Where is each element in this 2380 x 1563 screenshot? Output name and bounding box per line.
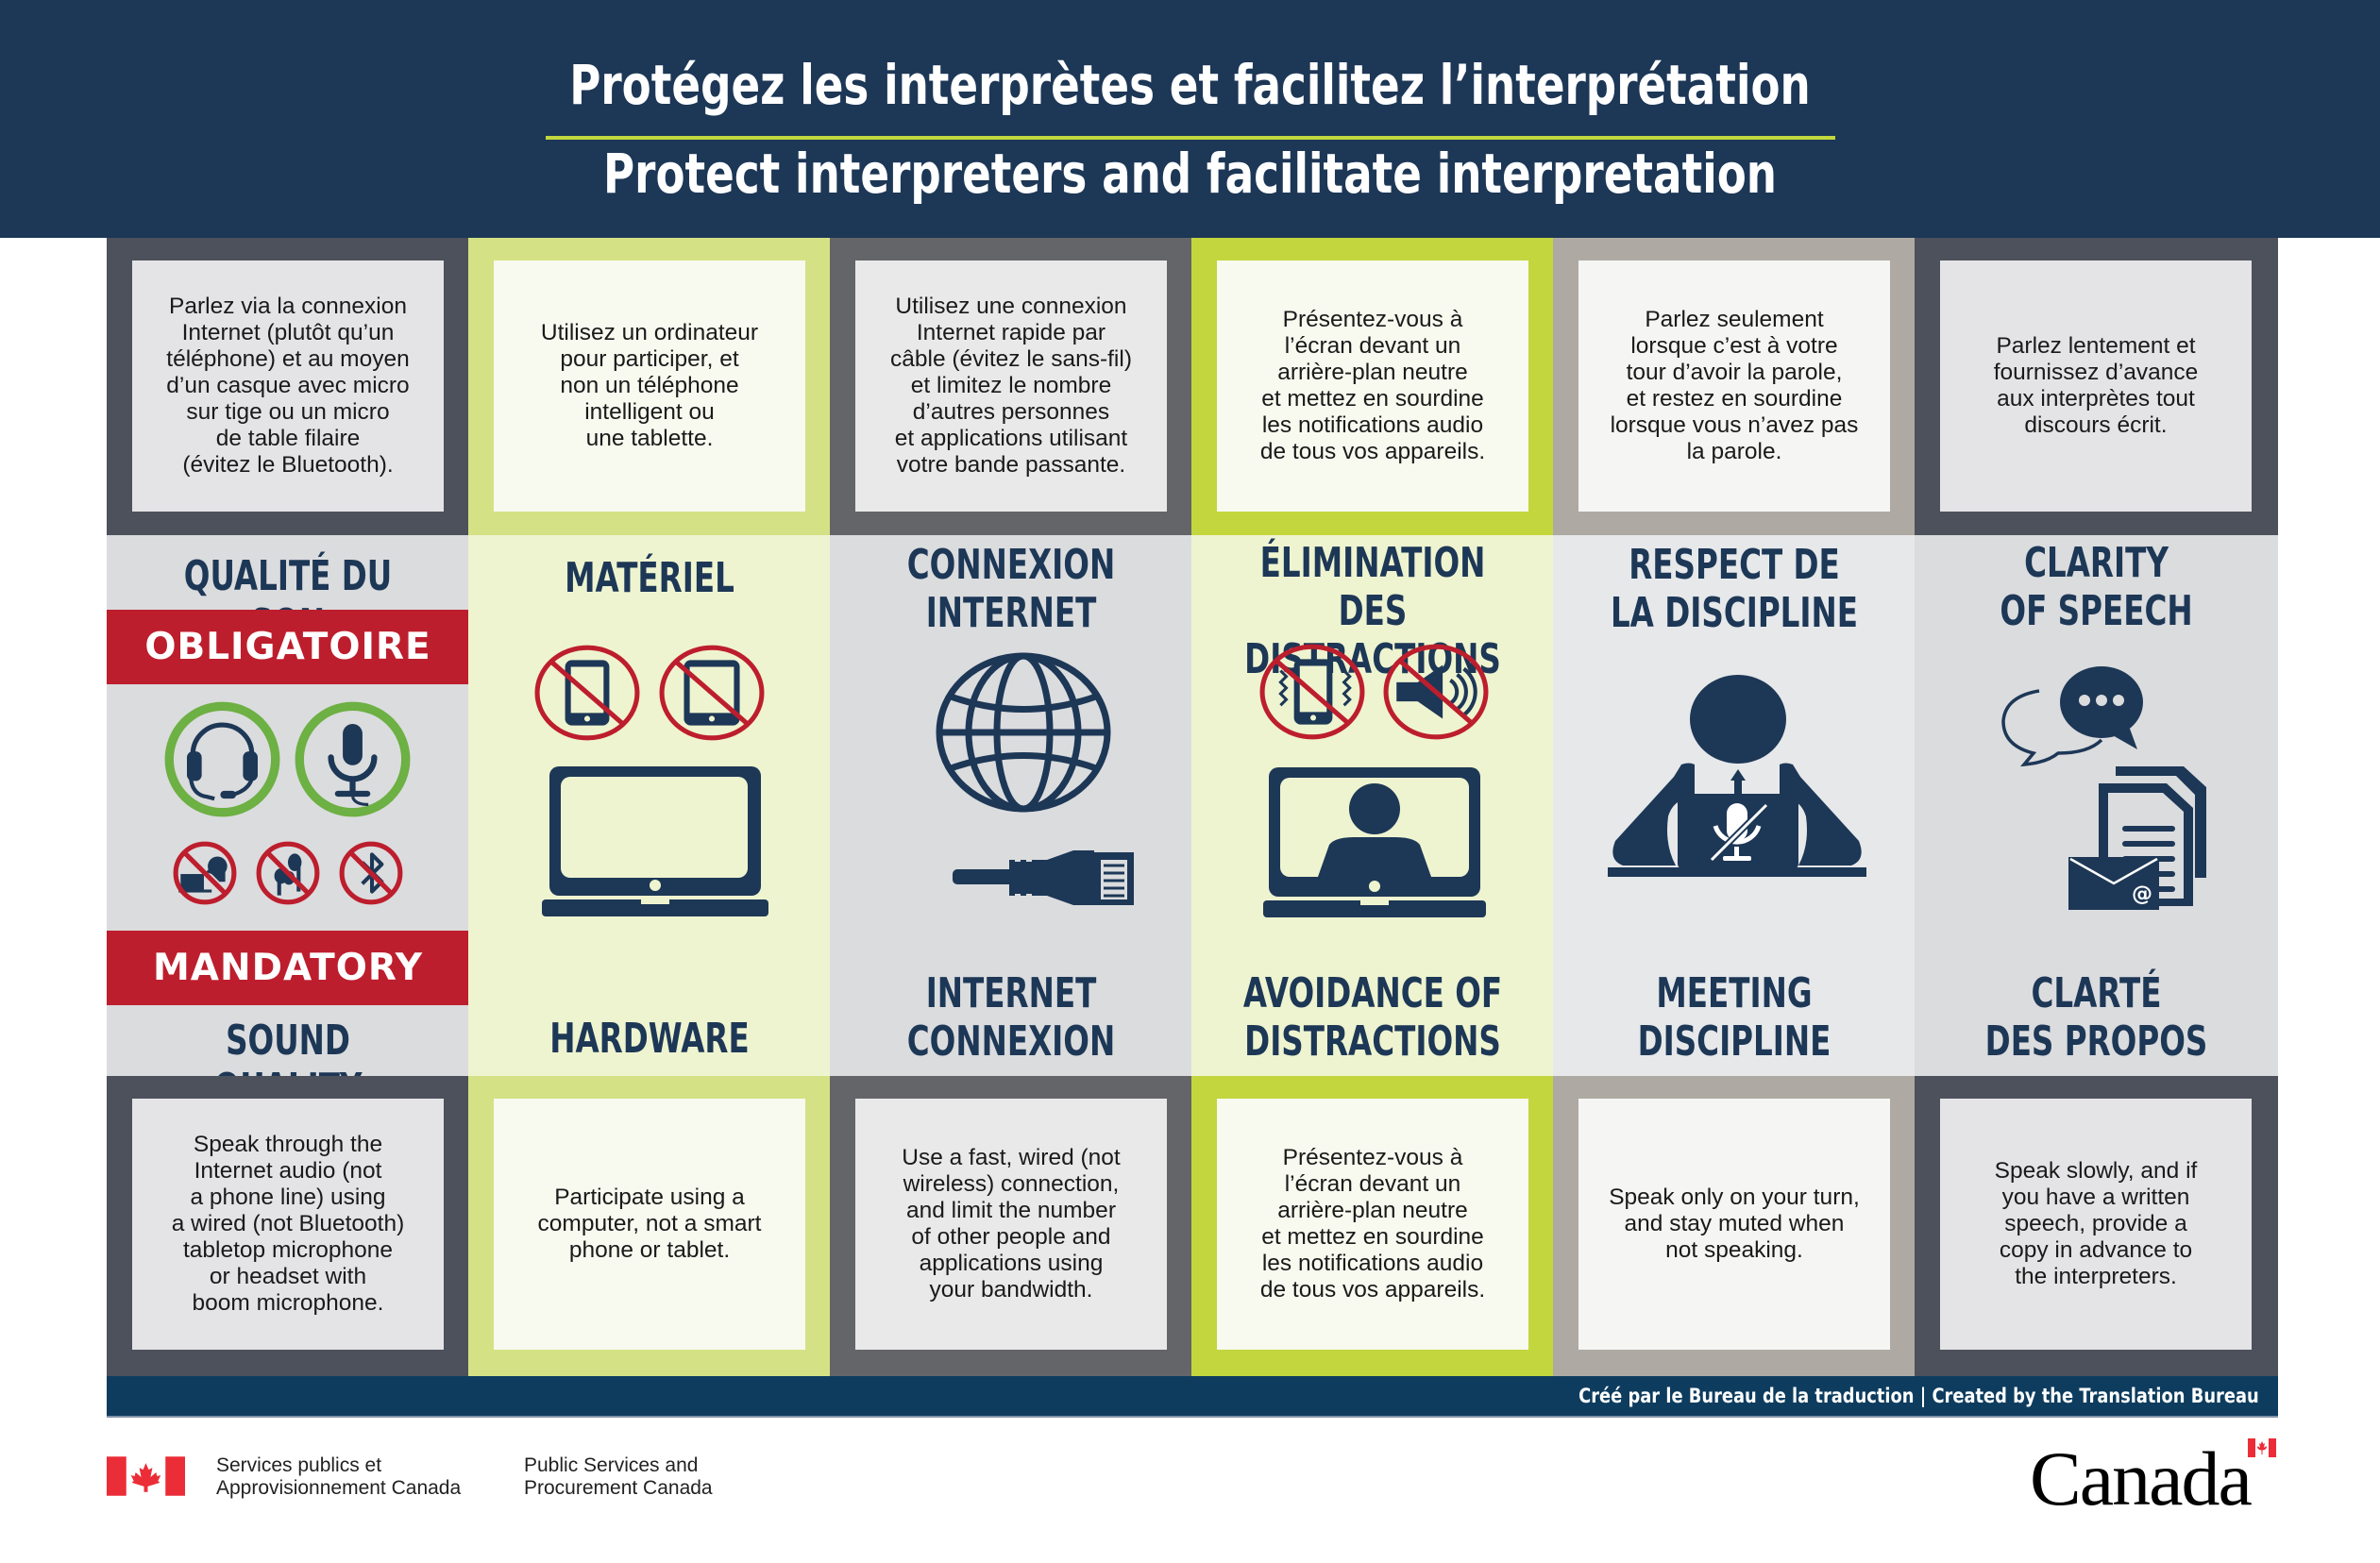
heading-french: RESPECT DE LA DISCIPLINE [1610, 541, 1859, 637]
bottom-band: Participate using a computer, not a smar… [468, 1076, 831, 1376]
tip-card-english: Speak through the Internet audio (not a … [132, 1099, 444, 1350]
column-clarity-of-speech: Parlez lentement et fournissez d’avance … [1915, 238, 2278, 1376]
icon-band: QUALITÉ DU SON OBLIGATOIRE [107, 535, 469, 1113]
documents-email-icon: @ [2067, 766, 2221, 910]
top-band: Parlez via la connexion Internet (plutôt… [107, 238, 469, 535]
tip-card-french: Parlez lentement et fournissez d’avance … [1940, 260, 2252, 512]
no-sound-icon [1383, 643, 1489, 741]
no-earbuds-icon [254, 839, 322, 907]
tip-card-french: Utilisez un ordinateur pour participer, … [494, 260, 805, 512]
top-band: Parlez seulement lorsque c’est à votre t… [1553, 238, 1916, 535]
no-tablet-icon [659, 644, 765, 742]
heading-english: HARDWARE [549, 1015, 750, 1063]
heading-english: AVOIDANCE OF DISTRACTIONS [1242, 969, 1503, 1066]
title-french: Protégez les interprètes et facilitez l’… [569, 53, 1811, 117]
top-band: Utilisez un ordinateur pour participer, … [468, 238, 831, 535]
microphone-icon [294, 700, 412, 818]
column-meeting-discipline: Parlez seulement lorsque c’est à votre t… [1553, 238, 1916, 1376]
credit-divider [107, 1416, 2278, 1418]
heading-english: MEETING DISCIPLINE [1637, 969, 1831, 1066]
department-name-french: Services publics et Approvisionnement Ca… [216, 1454, 462, 1499]
department-name-english: Public Services and Procurement Canada [524, 1454, 713, 1499]
heading-french: CONNEXION INTERNET [906, 541, 1116, 637]
no-speaker-laptop-icon [171, 839, 239, 907]
tip-card-english: Participate using a computer, not a smar… [494, 1099, 805, 1350]
top-band: Présentez-vous à l’écran devant un arriè… [1191, 238, 1554, 535]
no-smartphone-icon [534, 644, 640, 742]
heading-french: CLARITY OF SPEECH [2000, 539, 2193, 635]
bottom-band: Speak through the Internet audio (not a … [107, 1076, 469, 1376]
tip-card-english: Speak slowly, and if you have a written … [1940, 1099, 2252, 1350]
tip-card-french: Parlez seulement lorsque c’est à votre t… [1578, 260, 1890, 512]
credit-text: Créé par le Bureau de la traduction | Cr… [1578, 1385, 2259, 1407]
icon-band: ÉLIMINATION DES DISTRACTIONS AVOIDANCE O… [1191, 535, 1554, 1076]
globe-icon [934, 651, 1113, 814]
column-sound-quality: Parlez via la connexion Internet (plutôt… [107, 238, 469, 1376]
tip-card-french: Présentez-vous à l’écran devant un arriè… [1217, 260, 1528, 512]
guidelines-grid: Parlez via la connexion Internet (plutôt… [107, 238, 2278, 1376]
mandatory-badge-french: OBLIGATOIRE [107, 610, 469, 684]
video-call-laptop-icon [1263, 767, 1486, 918]
tip-card-english: Présentez-vous à l’écran devant un arriè… [1217, 1099, 1528, 1350]
no-bluetooth-icon [337, 839, 405, 907]
canada-wordmark: Canada [2030, 1436, 2253, 1521]
speech-bubbles-icon [1998, 659, 2177, 772]
tip-card-english: Speak only on your turn, and stay muted … [1578, 1099, 1890, 1350]
title-english: Protect interpreters and facilitate inte… [603, 142, 1777, 206]
credit-bar: Créé par le Bureau de la traduction | Cr… [107, 1376, 2278, 1416]
bottom-band: Speak only on your turn, and stay muted … [1553, 1076, 1916, 1376]
title-divider [546, 136, 1835, 140]
icon-band: RESPECT DE LA DISCIPLINE MEETING DISCIPL… [1553, 535, 1916, 1076]
canada-flag-icon [107, 1456, 185, 1496]
heading-english: INTERNET CONNEXION [906, 969, 1116, 1066]
column-avoid-distractions: Présentez-vous à l’écran devant un arriè… [1191, 238, 1554, 1376]
wordmark-flag-icon [2248, 1438, 2276, 1457]
icon-band: CONNEXION INTERNET INTERNET CONNEXION [830, 535, 1192, 1076]
headset-icon [163, 700, 281, 818]
bottom-band: Speak slowly, and if you have a written … [1915, 1076, 2278, 1376]
icon-band: MATÉRIEL HARDWARE [468, 535, 831, 1076]
bottom-band: Présentez-vous à l’écran devant un arriè… [1191, 1076, 1554, 1376]
bottom-band: Use a fast, wired (not wireless) connect… [830, 1076, 1192, 1376]
tip-card-english: Use a fast, wired (not wireless) connect… [855, 1099, 1167, 1350]
svg-text:@: @ [2132, 882, 2152, 906]
top-band: Parlez lentement et fournissez d’avance … [1915, 238, 2278, 535]
heading-french: MATÉRIEL [565, 554, 734, 602]
mandatory-badge-english: MANDATORY [107, 931, 469, 1005]
tip-card-french: Utilisez une connexion Internet rapide p… [855, 260, 1167, 512]
person-muted-laptop-icon [1608, 675, 1866, 878]
ethernet-cable-icon [953, 847, 1141, 909]
no-vibrating-phone-icon [1259, 643, 1365, 741]
header-banner: Protégez les interprètes et facilitez l’… [0, 0, 2380, 238]
column-internet-connexion: Utilisez une connexion Internet rapide p… [830, 238, 1192, 1376]
icon-band: CLARITY OF SPEECH @ CLARTÉ DES PROPOS [1915, 535, 2278, 1076]
laptop-icon [542, 766, 768, 917]
top-band: Utilisez une connexion Internet rapide p… [830, 238, 1192, 535]
tip-card-french: Parlez via la connexion Internet (plutôt… [132, 260, 444, 512]
column-hardware: Utilisez un ordinateur pour participer, … [468, 238, 831, 1376]
heading-english: CLARTÉ DES PROPOS [1984, 969, 2208, 1066]
